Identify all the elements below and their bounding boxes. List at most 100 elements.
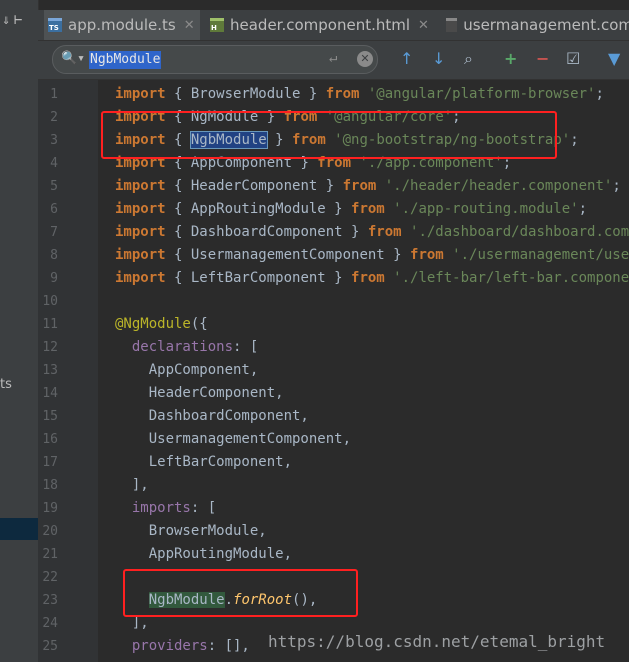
code-line[interactable]: BrowserModule, xyxy=(115,520,267,543)
line-number: 2 xyxy=(50,110,58,125)
code-line[interactable]: AppComponent, xyxy=(115,359,259,382)
code-token: from xyxy=(351,201,385,217)
line-number: 1 xyxy=(50,87,58,102)
close-icon[interactable]: ✕ xyxy=(418,18,429,33)
new-line-icon[interactable]: ↵ xyxy=(329,50,337,66)
scroll-from-source-icon[interactable]: ⊢ xyxy=(14,12,22,28)
code-token: LeftBarComponent, xyxy=(115,454,293,470)
code-token: { HeaderComponent } xyxy=(165,178,343,194)
code-token: from xyxy=(410,247,444,263)
code-line[interactable]: import { AppRoutingModule } from './app-… xyxy=(115,198,587,221)
code-token: ; xyxy=(578,201,588,217)
code-line[interactable]: import { UsermanagementComponent } from … xyxy=(115,244,629,267)
code-token: ; xyxy=(612,178,621,194)
code-line[interactable]: @NgModule({ xyxy=(115,313,208,336)
code-token: @NgModule xyxy=(115,316,191,332)
next-occurrence-icon[interactable]: ↓ xyxy=(432,49,445,68)
sidebar-selected-row[interactable] xyxy=(0,518,38,540)
line-number: 15 xyxy=(42,409,58,424)
line-number: 14 xyxy=(42,386,58,401)
code-line[interactable]: UsermanagementComponent, xyxy=(115,428,351,451)
previous-occurrence-icon[interactable]: ↑ xyxy=(400,49,413,68)
code-line[interactable]: import { LeftBarComponent } from './left… xyxy=(115,267,629,290)
code-token: HeaderComponent, xyxy=(115,385,284,401)
find-all-icon[interactable]: ⌕ xyxy=(464,49,473,69)
line-number: 21 xyxy=(42,547,58,562)
filter-icon[interactable]: ▼ xyxy=(608,49,620,68)
highlight-box-import xyxy=(101,111,557,159)
code-token: import xyxy=(115,270,166,286)
clear-search-icon[interactable]: ✕ xyxy=(357,51,373,67)
code-line[interactable]: declarations: [ xyxy=(115,336,258,359)
component-file-icon xyxy=(446,18,458,32)
code-token: : [], xyxy=(207,638,250,654)
code-token: '@angular/platform-browser' xyxy=(359,86,596,102)
highlight-box-forroot xyxy=(123,569,358,617)
search-field[interactable]: 🔍▾ NgbModule ↵ ✕ xyxy=(52,45,378,74)
code-token: ; xyxy=(570,132,579,148)
remove-occurrence-icon[interactable]: − xyxy=(536,49,549,68)
code-token: { UsermanagementComponent } xyxy=(165,247,411,263)
line-number: 24 xyxy=(42,616,58,631)
code-token: : [ xyxy=(233,339,259,355)
code-token: AppRoutingModule, xyxy=(115,546,293,562)
code-line[interactable]: LeftBarComponent, xyxy=(115,451,292,474)
line-number: 18 xyxy=(42,478,58,493)
collapse-icon[interactable]: ⇓ xyxy=(2,12,10,28)
code-line[interactable]: ], xyxy=(115,474,149,497)
find-toolbar: 🔍▾ NgbModule ↵ ✕ ↑ ↓ ⌕ + − ☑ ▼ xyxy=(38,41,629,80)
tab-usermanagement-component[interactable]: usermanagement.com xyxy=(442,10,629,40)
code-token: ({ xyxy=(190,316,208,332)
add-occurrence-icon[interactable]: + xyxy=(504,49,517,68)
tab-label: usermanagement.com xyxy=(463,16,629,34)
code-token: './usermanagement/userm xyxy=(443,247,629,263)
close-icon[interactable]: ✕ xyxy=(184,18,195,33)
code-token: from xyxy=(342,178,377,194)
code-token: './left-bar/left-bar.component xyxy=(384,270,629,286)
code-line[interactable]: import { DashboardComponent } from './da… xyxy=(115,221,629,244)
search-icon[interactable]: 🔍▾ xyxy=(61,51,85,66)
line-number: 22 xyxy=(42,570,58,585)
sidebar-partial-text: ts xyxy=(0,377,12,392)
code-token: UsermanagementComponent, xyxy=(115,431,352,447)
tab-label: header.component.html xyxy=(230,16,411,34)
line-number: 6 xyxy=(50,202,58,217)
tab-app-module-ts[interactable]: TS app.module.ts ✕ xyxy=(44,10,200,40)
code-token: from xyxy=(351,270,385,286)
line-number: 9 xyxy=(50,271,58,286)
code-line[interactable]: providers: [], xyxy=(115,635,250,658)
code-line[interactable]: AppRoutingModule, xyxy=(115,543,292,566)
line-number: 4 xyxy=(50,156,58,171)
code-line[interactable]: import { HeaderComponent } from './heade… xyxy=(115,175,621,198)
code-line[interactable]: import { BrowserModule } from '@angular/… xyxy=(115,83,604,106)
code-line[interactable]: DashboardComponent, xyxy=(115,405,309,428)
editor-tab-bar: TS app.module.ts ✕ H header.component.ht… xyxy=(38,10,629,41)
tab-label: app.module.ts xyxy=(68,16,176,34)
code-token: from xyxy=(325,86,360,102)
line-number: 25 xyxy=(42,639,58,654)
line-number-gutter: 1 2 3 4 5 6 7 8 9 10 11 12 13 14 15 16 17 18 19 20 21 22 23 24 2… xyxy=(38,80,109,662)
code-token: import xyxy=(115,247,166,263)
code-token: ; xyxy=(595,86,604,102)
code-token: imports xyxy=(131,500,191,516)
code-token: import xyxy=(115,86,166,102)
tab-header-component-html[interactable]: H header.component.html ✕ xyxy=(206,10,440,40)
search-input[interactable]: NgbModule xyxy=(89,51,162,69)
typescript-file-icon: TS xyxy=(48,18,62,32)
code-token: providers xyxy=(131,638,208,654)
line-number: 23 xyxy=(42,593,58,608)
code-token: : [ xyxy=(190,500,217,516)
code-token: import xyxy=(115,201,166,217)
code-token: { AppRoutingModule } xyxy=(165,201,352,217)
code-token: import xyxy=(115,178,166,194)
html-file-icon: H xyxy=(210,18,224,32)
code-line[interactable]: HeaderComponent, xyxy=(115,382,284,405)
code-token: BrowserModule, xyxy=(115,523,267,539)
code-line[interactable]: imports: [ xyxy=(115,497,216,520)
line-number: 20 xyxy=(42,524,58,539)
select-all-occurrences-icon[interactable]: ☑ xyxy=(566,49,580,68)
watermark: https://blog.csdn.net/etemal_bright xyxy=(268,632,606,651)
line-number: 19 xyxy=(42,501,58,516)
